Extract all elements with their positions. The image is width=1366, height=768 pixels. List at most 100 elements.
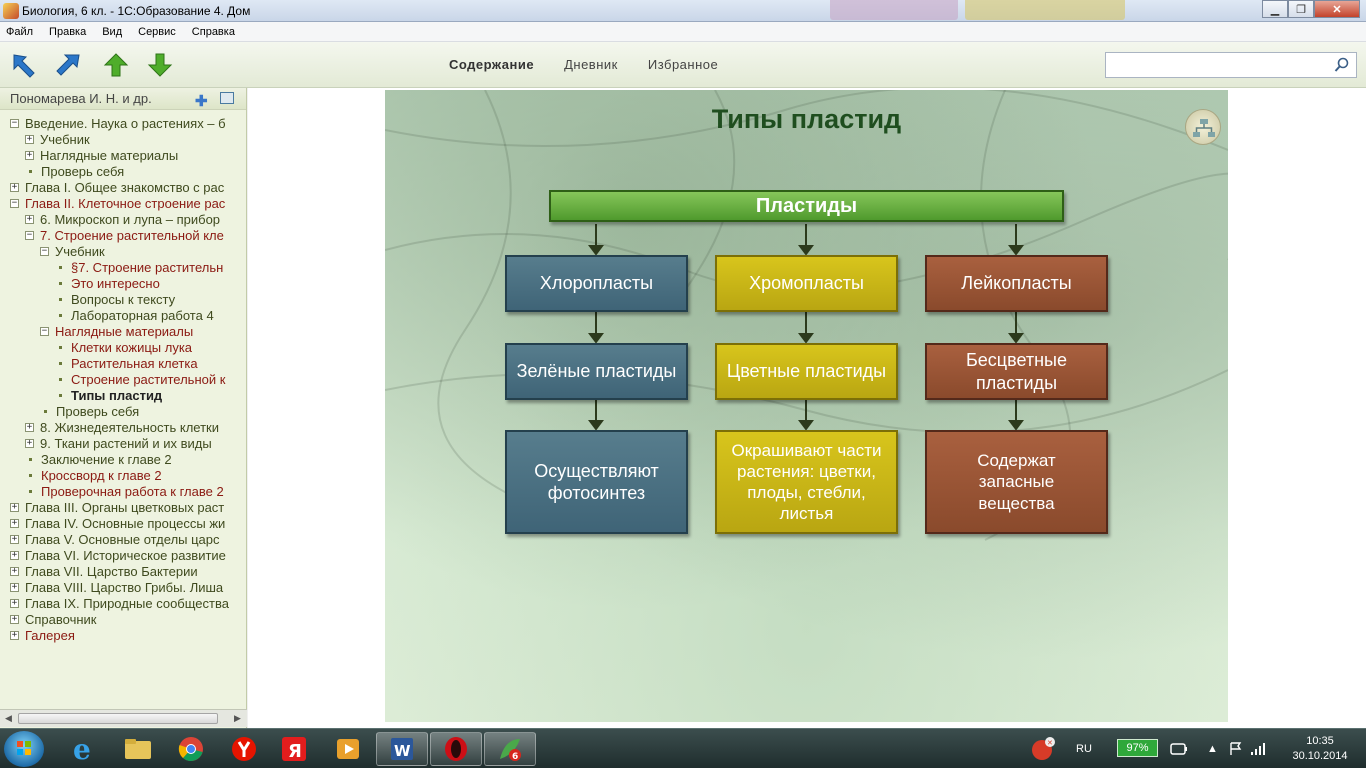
tree-item[interactable]: + Глава IV. Основные процессы жи [10,515,225,531]
battery-indicator[interactable]: 97% [1117,739,1158,757]
tree-item[interactable]: + Глава VI. Историческое развитие [10,547,226,563]
taskbar-media-player[interactable] [322,732,374,766]
taskbar-explorer[interactable] [112,732,164,766]
expand-icon[interactable]: + [10,534,19,544]
expand-icon[interactable]: + [10,598,19,608]
close-button[interactable]: ✕ [1314,0,1360,18]
tree-item[interactable]: Это интересно [55,275,160,291]
collapse-icon[interactable]: − [10,118,19,128]
tree-item[interactable]: Кроссворд к главе 2 [25,467,162,483]
forward-button[interactable] [54,50,84,80]
expand-icon[interactable]: + [10,630,19,640]
tree-item[interactable]: + Глава VII. Царство Бактерии [10,563,198,579]
collapse-icon[interactable]: − [10,198,19,208]
show-hidden-icons[interactable]: ▲ [1207,729,1218,768]
sidebar-horizontal-scrollbar[interactable]: ◀ ▶ [0,709,247,727]
menu-help[interactable]: Справка [192,26,235,38]
tree-item[interactable]: + Глава IX. Природные сообщества [10,595,229,611]
expand-icon[interactable]: + [25,422,34,432]
menu-service[interactable]: Сервис [138,26,176,38]
taskbar-word[interactable]: W [376,732,428,766]
tree-item[interactable]: + Галерея [10,627,75,643]
tree-item-label: Это интересно [71,275,160,291]
action-center-icon[interactable] [1228,729,1244,768]
expand-icon[interactable]: + [10,614,19,624]
add-bookmark-icon[interactable]: ✚ [195,92,208,110]
tree-item[interactable]: + Глава V. Основные отделы царс [10,531,220,547]
tree-item[interactable]: + Глава III. Органы цветковых раст [10,499,224,515]
expand-icon[interactable]: + [10,502,19,512]
taskbar-chrome[interactable] [165,732,217,766]
taskbar-opera[interactable] [430,732,482,766]
tree-item[interactable]: − Наглядные материалы [40,323,193,339]
tray-app[interactable]: ✕ [1023,732,1063,766]
tree-item[interactable]: + Учебник [25,131,90,147]
expand-icon[interactable]: + [25,134,34,144]
up-button[interactable] [101,50,131,80]
collapse-icon[interactable]: − [40,246,49,256]
tree-item[interactable]: Проверочная работа к главе 2 [25,483,224,499]
tree-item[interactable]: +6. Микроскоп и лупа – прибор [25,211,220,227]
expand-icon[interactable]: + [10,566,19,576]
system-clock[interactable]: 10:35 30.10.2014 [1280,734,1360,764]
sidebar-toggle-icon[interactable] [220,92,234,104]
expand-icon[interactable]: + [10,182,19,192]
scroll-thumb[interactable] [18,713,218,724]
tree-item[interactable]: Типы пластид [55,387,162,403]
collapse-icon[interactable]: − [40,326,49,336]
back-button[interactable] [9,50,39,80]
taskbar-yandex-browser[interactable] [218,732,270,766]
expand-icon[interactable]: + [25,438,34,448]
tree-item[interactable]: − Учебник [40,243,105,259]
minimize-button[interactable]: ▁ [1262,0,1288,18]
tree-item-label: Кроссворд к главе 2 [41,467,162,483]
signal-icon[interactable] [1250,729,1266,768]
collapse-icon[interactable]: − [25,230,34,240]
tab-diary[interactable]: Дневник [564,57,618,72]
tree-item[interactable]: Проверь себя [40,403,139,419]
language-indicator[interactable]: RU [1076,729,1092,768]
tree-item[interactable]: Клетки кожицы лука [55,339,192,355]
tree-item[interactable]: + Наглядные материалы [25,147,178,163]
expand-icon[interactable]: + [10,518,19,528]
tab-favorites[interactable]: Избранное [648,57,718,72]
tree-item[interactable]: Строение растительной к [55,371,225,387]
tree-item[interactable]: + Глава VIII. Царство Грибы. Лиша [10,579,223,595]
menu-view[interactable]: Вид [102,26,122,38]
menu-file[interactable]: Файл [6,26,33,38]
taskbar-ie[interactable]: e [58,732,110,766]
down-button[interactable] [145,50,175,80]
tree-item[interactable]: +9. Ткани растений и их виды [25,435,212,451]
maximize-button[interactable]: ❐ [1288,0,1314,18]
taskbar-yandex[interactable]: Я [268,732,320,766]
tree-item[interactable]: − Введение. Наука о растениях – б [10,115,226,131]
expand-icon[interactable]: + [25,150,34,160]
tab-contents[interactable]: Содержание [449,57,534,72]
tree-item[interactable]: Вопросы к тексту [55,291,175,307]
tree-item[interactable]: §7. Строение растительн [55,259,223,275]
bullet-icon [59,361,62,365]
tree-item[interactable]: + Справочник [10,611,97,627]
tree-item-label: Лабораторная работа 4 [71,307,214,323]
tree-item[interactable]: + Глава I. Общее знакомство с рас [10,179,224,195]
search-input[interactable] [1105,52,1357,78]
expand-icon[interactable]: + [10,582,19,592]
network-icon[interactable] [1169,729,1189,768]
scroll-left-icon[interactable]: ◀ [5,713,12,724]
taskbar-1c-education[interactable]: 6 [484,732,536,766]
tree-item[interactable]: − Глава II. Клеточное строение рас [10,195,225,211]
menu-bar: Файл Правка Вид Сервис Справка [0,22,1366,42]
tree-item[interactable]: −7. Строение растительной кле [25,227,224,243]
menu-edit[interactable]: Правка [49,26,86,38]
tree-item[interactable]: Растительная клетка [55,355,198,371]
tree-item[interactable]: Заключение к главе 2 [25,451,172,467]
scroll-right-icon[interactable]: ▶ [234,713,241,724]
expand-icon[interactable]: + [10,550,19,560]
tree-item[interactable]: Проверь себя [25,163,124,179]
tree-item[interactable]: +8. Жизнедеятельность клетки [25,419,219,435]
app-icon [3,3,19,19]
start-button[interactable] [4,731,44,767]
search-icon[interactable] [1334,57,1350,73]
tree-item[interactable]: Лабораторная работа 4 [55,307,214,323]
expand-icon[interactable]: + [25,214,34,224]
